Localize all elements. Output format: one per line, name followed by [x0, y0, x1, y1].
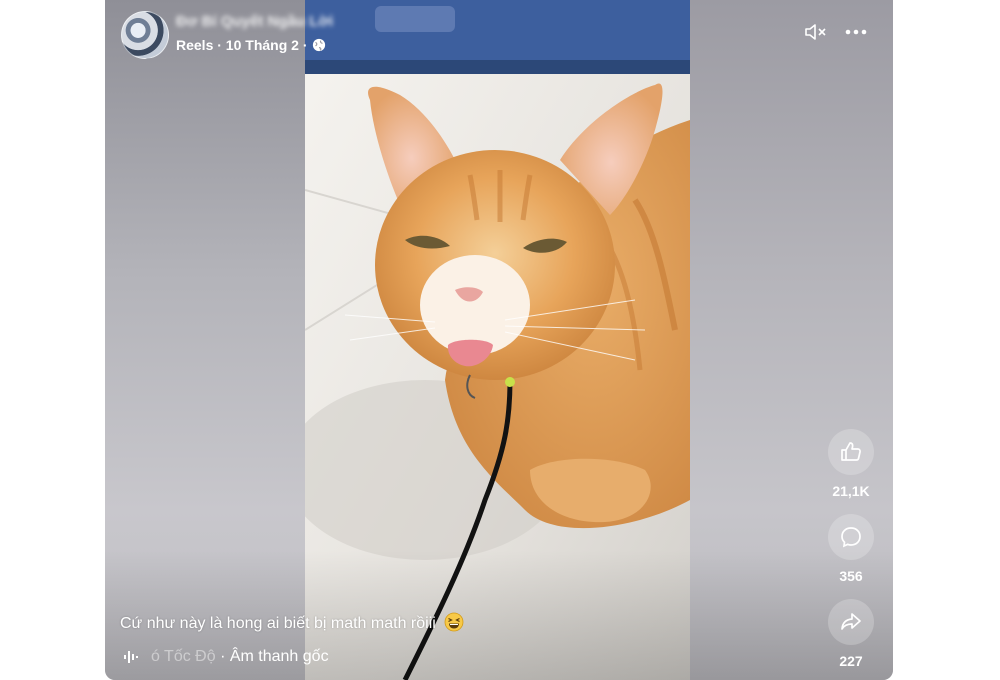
share-arrow-icon: [841, 613, 861, 630]
audio-label: · Âm thanh gốc: [215, 648, 329, 665]
grinning-squint-face-icon: [444, 612, 464, 632]
comment-action: 356: [826, 514, 876, 584]
post-meta: Reels · 10 Tháng 2 ·: [176, 37, 326, 53]
like-button[interactable]: [828, 429, 874, 475]
share-button[interactable]: [828, 599, 874, 645]
comment-button[interactable]: [828, 514, 874, 560]
post-meta-text[interactable]: Reels · 10 Tháng 2 ·: [176, 37, 307, 53]
video-player[interactable]: [305, 0, 690, 680]
like-count: 21,1K: [832, 483, 870, 499]
caption-text: Cứ như này là hong ai biết bị math math …: [120, 615, 436, 632]
cat-video-frame: [305, 0, 690, 680]
comment-count: 356: [839, 568, 863, 584]
reel-card[interactable]: Đơ Bí Quyết Ngầu Lời Reels · 10 Tháng 2 …: [105, 0, 893, 680]
share-action: 227: [826, 599, 876, 669]
audio-info[interactable]: ó Tốc Độ · Âm thanh gốc: [123, 648, 329, 666]
thumbs-up-icon: [841, 442, 861, 461]
audio-track-label: ó Tốc Độ · Âm thanh gốc: [151, 648, 329, 666]
globe-icon[interactable]: [312, 38, 326, 52]
reel-caption[interactable]: Cứ như này là hong ai biết bị math math …: [120, 612, 464, 633]
like-action: 21,1K: [826, 429, 876, 499]
more-dots-icon[interactable]: [843, 20, 869, 44]
left-blurred-backdrop: [105, 0, 305, 680]
page-name[interactable]: Đơ Bí Quyết Ngầu Lời: [176, 13, 333, 30]
audio-prefix: ó Tốc Độ: [151, 648, 216, 665]
page-avatar[interactable]: [121, 11, 169, 59]
comment-bubble-icon: [841, 527, 861, 548]
share-count: 227: [839, 653, 863, 669]
speaker-muted-icon[interactable]: [803, 20, 829, 44]
sound-wave-icon: [124, 651, 138, 663]
